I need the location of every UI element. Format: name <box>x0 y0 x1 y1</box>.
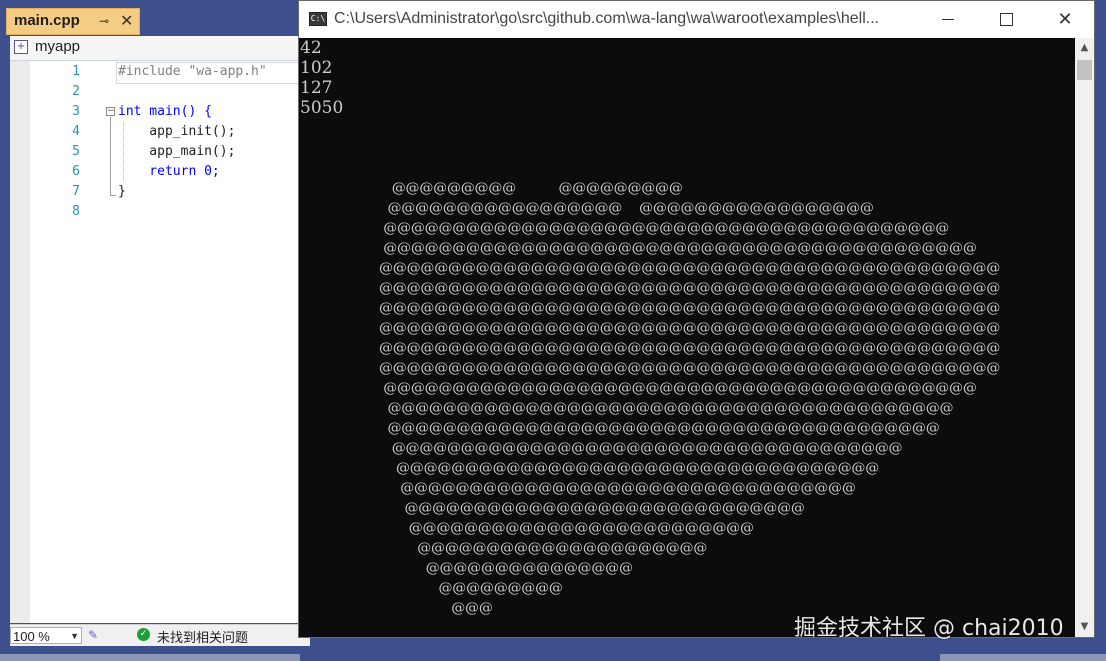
output-line: 5050 <box>300 98 344 118</box>
heart-row: @@@@@@@@@@@@@@@@@@@@@@@@@@@@@@@@@ <box>379 480 856 496</box>
heart-row: @@@@@@@@@@@@@@@@@@@@@@@@@@@@@@@@@@@@@@@@… <box>379 400 954 416</box>
heart-row: @@@@@@@@@@@@@@@@@@@@@@@@@@@@@@@@@@@@@@@@… <box>379 320 1001 336</box>
heart-row: @@@@@@@@@@@@@@@@@@@@@@@@@@@@@@@@@@@@@@@@ <box>379 420 940 436</box>
code-cleanup-icon[interactable]: ✎ <box>88 628 102 642</box>
heart-row: @@@@@@@@@@@@@@@@@@@@@@@@@@@@@@@@@@@@@@@@… <box>379 300 1001 316</box>
minimize-icon <box>942 19 954 20</box>
scroll-thumb[interactable] <box>1077 60 1092 80</box>
output-line: 42 <box>300 38 322 58</box>
heart-row: @@@@@@@@@@@@@@@@@@@@@ <box>379 540 708 556</box>
heart-row: @@@@@@@@@@@@@@@@@@@@@@@@@@@@@@@@@@@@@@@@… <box>379 380 977 396</box>
collapse-icon[interactable]: − <box>106 107 115 116</box>
close-window-button[interactable]: ✕ <box>1036 1 1094 38</box>
heart-row: @@@@@@@@@@@@@@@@@@@@@@@@@@@@@@@@@@@@@@@@… <box>379 240 977 256</box>
scroll-up-icon[interactable]: ▲ <box>1075 38 1094 58</box>
heart-row: @@@@@@@@@@@@@@@@@@@@@@@@@@@@@@@@@@@@@@@@… <box>379 280 1001 296</box>
project-icon: + <box>14 40 28 54</box>
line-number: 2 <box>72 84 80 99</box>
minimize-button[interactable] <box>919 1 977 38</box>
line-number: 4 <box>72 124 80 139</box>
heart-row: @@@@@@@@@@@@@@@@@ @@@@@@@@@@@@@@@@@ <box>379 200 874 216</box>
zoom-value: 100 % <box>13 629 50 644</box>
line-number: 6 <box>72 164 80 179</box>
line-number: 3 <box>72 104 80 119</box>
heart-row: @@@@@@@@@@@@@@@@@@@@@@@@@@@@@@@@@@@@@ <box>379 440 903 456</box>
heart-row: @@@@@@@@@@@@@@@@@@@@@@@@@@@@@@@@@@@@@@@@… <box>379 220 950 236</box>
heart-row: @@@@@@@@@@@@@@@@@@@@@@@@@@@@@@@@@@@@@@@@… <box>379 340 1001 356</box>
heart-row: @@@@@@@@@@@@@@@@@@@@@@@@@@@@@ <box>379 500 805 516</box>
heart-row: @@@@@@@@@ <box>379 580 563 596</box>
console-window[interactable]: C:\ C:\Users\Administrator\go\src\github… <box>298 0 1095 638</box>
check-icon: ✓ <box>137 628 150 641</box>
fold-guide-end <box>110 195 116 196</box>
console-titlebar[interactable]: C:\ C:\Users\Administrator\go\src\github… <box>299 1 1094 38</box>
console-title: C:\Users\Administrator\go\src\github.com… <box>334 10 880 27</box>
line-number: 1 <box>72 64 80 79</box>
close-icon: ✕ <box>1057 9 1073 30</box>
close-icon[interactable]: ✕ <box>120 11 133 30</box>
code-editor[interactable]: − 1 2 3 4 5 6 7 8 #include "wa-app.h" in… <box>10 61 310 623</box>
line-number: 8 <box>72 204 80 219</box>
project-nav-bar[interactable]: + myapp <box>10 36 310 61</box>
watermark: 掘金技术社区 @ chai2010 <box>794 616 1064 641</box>
tab-main-cpp[interactable]: main.cpp ⊸ ✕ <box>6 8 140 35</box>
heart-row: @@@@@@@@@@@@@@@@@@@@@@@@@@@@@@@@@@@@@@@@… <box>379 260 1001 276</box>
heart-row: @@@@@@@@@@@@@@@ <box>379 560 633 576</box>
project-name: myapp <box>35 38 81 55</box>
heart-row: @@@ <box>379 600 493 616</box>
output-line: 127 <box>300 78 333 98</box>
code-line-include[interactable]: #include "wa-app.h" <box>118 64 267 79</box>
code-line-return[interactable]: return 0; <box>118 164 219 179</box>
tab-title: main.cpp <box>14 12 80 29</box>
heart-row: @@@@@@@@@@@@@@@@@@@@@@@@@ <box>379 520 754 536</box>
heart-row: @@@@@@@@@@@@@@@@@@@@@@@@@@@@@@@@@@@ <box>379 460 880 476</box>
code-line-app-init[interactable]: app_init(); <box>118 124 235 139</box>
fold-guide <box>110 117 111 195</box>
ide-bottom-bar <box>0 646 1106 661</box>
line-number: 5 <box>72 144 80 159</box>
scroll-down-icon[interactable]: ▼ <box>1075 617 1094 637</box>
code-line-close-brace[interactable]: } <box>118 184 126 199</box>
bottom-segment <box>940 654 1106 661</box>
maximize-button[interactable] <box>977 1 1035 38</box>
code-line-app-main[interactable]: app_main(); <box>118 144 235 159</box>
maximize-icon <box>999 13 1013 26</box>
heart-row: @@@@@@@@@ @@@@@@@@@ <box>379 180 683 196</box>
bottom-segment <box>0 654 300 661</box>
console-output[interactable]: 42 102 127 5050 @@@@@@@@@ @@@@@@@@@ @@@@… <box>299 38 1075 637</box>
code-line-main[interactable]: int main() { <box>118 104 212 119</box>
heart-row: @@@@@@@@@@@@@@@@@@@@@@@@@@@@@@@@@@@@@@@@… <box>379 360 1001 376</box>
output-line: 102 <box>300 58 333 78</box>
pin-icon[interactable]: ⊸ <box>99 14 109 28</box>
line-number: 7 <box>72 184 80 199</box>
zoom-select[interactable]: 100 % ▼ <box>10 627 82 644</box>
issues-status[interactable]: 未找到相关问题 <box>157 627 248 646</box>
chevron-down-icon: ▼ <box>70 631 79 641</box>
console-scrollbar[interactable]: ▲ ▼ <box>1075 38 1094 637</box>
editor-gutter <box>10 61 30 623</box>
console-app-icon: C:\ <box>309 12 327 26</box>
editor-status-bar: 100 % ▼ ✎ ✓ 未找到相关问题 <box>10 624 310 647</box>
